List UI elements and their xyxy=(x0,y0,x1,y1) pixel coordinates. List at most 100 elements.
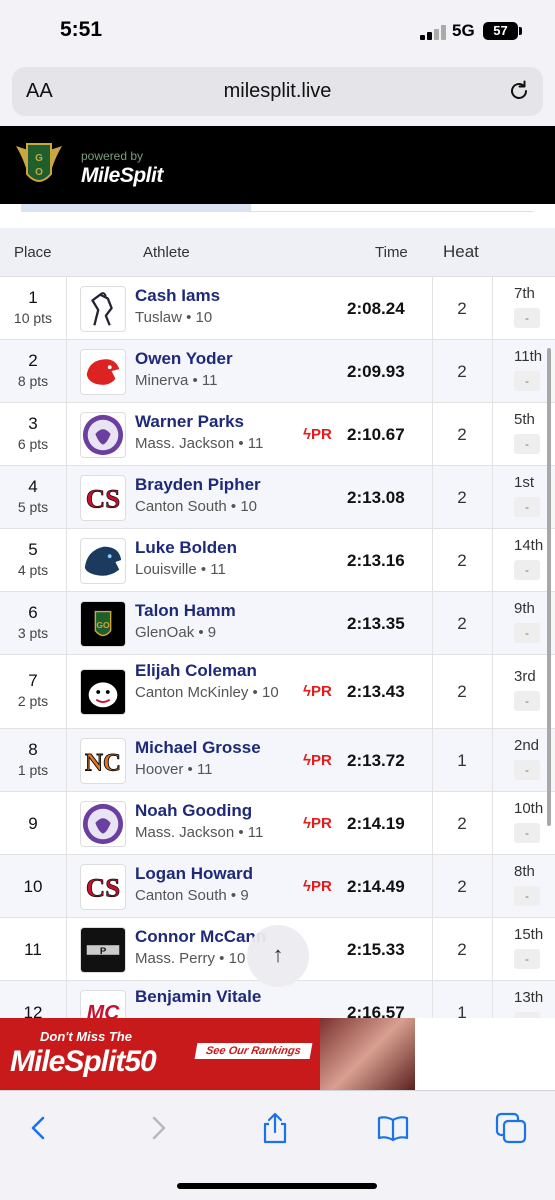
athlete-name-link[interactable]: Michael Grosse xyxy=(135,738,305,758)
table-row[interactable]: 3 6 pts Warner Parks Mass. Jackson • 11 ϟPR 2… xyxy=(0,402,555,465)
time-cell: 2:13.72 xyxy=(347,751,405,770)
athlete-school: Louisville • 11 xyxy=(135,561,226,578)
heat-place-tag: - xyxy=(514,434,540,454)
time-cell: 2:09.93 xyxy=(347,362,405,381)
place-number: 10 xyxy=(23,877,43,896)
place-points: 8 pts xyxy=(17,373,49,389)
scroll-to-top-button[interactable]: ↑ xyxy=(247,925,309,987)
place-number: 5 xyxy=(28,540,38,559)
heat-cell: 2 xyxy=(457,362,467,381)
ad-rankings-button[interactable]: See Our Rankings xyxy=(194,1043,313,1059)
heat-place-tag: - xyxy=(514,560,540,580)
table-row[interactable]: 7 2 pts Elijah Coleman Canton McKinley • 10… xyxy=(0,654,555,728)
signal-icon xyxy=(420,24,448,40)
athlete-school: Canton South • 10 xyxy=(135,498,258,515)
svg-text:P: P xyxy=(100,946,107,957)
address-bar[interactable]: AA milesplit.live xyxy=(12,67,543,116)
cs-logo-icon[interactable]: CS xyxy=(80,475,126,521)
url-text[interactable]: milesplit.live xyxy=(12,80,543,103)
address-bar-area: AA milesplit.live xyxy=(0,62,555,126)
athlete-name-link[interactable]: Noah Gooding xyxy=(135,801,305,821)
place-number: 2 xyxy=(28,351,38,370)
athlete-school: Tuslaw • 10 xyxy=(135,309,213,326)
jaguar-logo-icon[interactable] xyxy=(80,801,126,847)
nc-logo-icon[interactable]: NC xyxy=(80,738,126,784)
header-place: Place xyxy=(14,244,52,261)
athlete-cell: Benjamin Vitale xyxy=(135,987,305,1007)
panther-logo-icon[interactable] xyxy=(80,538,126,584)
place-number: 11 xyxy=(24,940,42,959)
tab-inactive[interactable] xyxy=(251,204,533,212)
forward-icon[interactable] xyxy=(141,1111,175,1145)
athlete-cell: Elijah Coleman Canton McKinley • 10 xyxy=(135,661,305,701)
p-logo-icon[interactable]: P xyxy=(80,927,126,973)
heat-place-tag: - xyxy=(514,371,540,391)
athlete-school: GlenOak • 9 xyxy=(135,624,217,641)
place-number: 8 xyxy=(28,740,38,759)
table-row[interactable]: 4 5 pts CS Brayden Pipher Canton South • 10 2… xyxy=(0,465,555,528)
column-divider xyxy=(66,277,67,339)
athlete-name-link[interactable]: Elijah Coleman xyxy=(135,661,305,681)
column-divider xyxy=(66,918,67,980)
place-number: 9 xyxy=(28,814,38,833)
athlete-school: Hoover • 11 xyxy=(135,761,213,778)
time-cell: 2:13.43 xyxy=(347,682,405,701)
athlete-name-link[interactable]: Cash Iams xyxy=(135,286,305,306)
place-cell: 1 10 pts xyxy=(0,288,66,326)
pr-label: PR xyxy=(310,815,332,832)
glenoak-logo-icon[interactable]: GO xyxy=(80,601,126,647)
mustang-logo-icon[interactable] xyxy=(80,286,126,332)
pr-badge: ϟPR xyxy=(303,752,332,769)
ad-creative[interactable]: Don't Miss The MileSplit50 See Our Ranki… xyxy=(0,1018,415,1090)
tabs-icon[interactable] xyxy=(494,1111,528,1145)
column-divider xyxy=(66,729,67,791)
table-row[interactable]: 8 1 pts NC Michael Grosse Hoover • 11 ϟPR 2:13… xyxy=(0,728,555,791)
place-points: 3 pts xyxy=(17,625,49,641)
column-divider xyxy=(66,981,67,1018)
bolt-icon: ϟ xyxy=(303,815,311,832)
bookmarks-icon[interactable] xyxy=(376,1111,410,1145)
place-number: 6 xyxy=(28,603,38,622)
table-row[interactable]: 63 pts GO Talon Hamm GlenOak • 9 2:13.35 2 9th… xyxy=(0,591,555,654)
time-cell: 2:15.33 xyxy=(347,940,405,959)
heat-place: 13th xyxy=(514,989,544,1006)
tab-active-indicator[interactable] xyxy=(21,204,251,212)
heat-cell: 2 xyxy=(457,614,467,633)
place-points: 10 pts xyxy=(13,310,53,326)
place-number: 1 xyxy=(28,288,38,307)
athlete-name-link[interactable]: Luke Bolden xyxy=(135,538,305,558)
athlete-name-link[interactable]: Benjamin Vitale xyxy=(135,987,305,1007)
jaguar-logo-icon[interactable] xyxy=(80,412,126,458)
column-divider xyxy=(66,792,67,854)
athlete-name-link[interactable]: Logan Howard xyxy=(135,864,305,884)
glenoak-logo-icon[interactable]: G O xyxy=(14,138,64,192)
ad-banner[interactable]: Don't Miss The MileSplit50 See Our Ranki… xyxy=(0,1018,555,1090)
athlete-name-link[interactable]: Warner Parks xyxy=(135,412,305,432)
reload-icon[interactable] xyxy=(507,79,531,103)
table-row[interactable]: 9 Noah Gooding Mass. Jackson • 11 ϟPR 2:14.1… xyxy=(0,791,555,854)
athlete-name-link[interactable]: Brayden Pipher xyxy=(135,475,305,495)
milesplit-brand[interactable]: MileSplit xyxy=(81,164,163,188)
column-divider xyxy=(492,403,493,465)
athlete-name-link[interactable]: Owen Yoder xyxy=(135,349,305,369)
battery-cap xyxy=(519,27,522,35)
scrollbar[interactable] xyxy=(547,348,551,826)
table-row[interactable]: 5 4 pts Luke Bolden Louisville • 11 2:13.16 2… xyxy=(0,528,555,591)
mc-logo-icon[interactable]: MC xyxy=(80,990,126,1018)
back-icon[interactable] xyxy=(22,1111,56,1145)
lion-logo-icon[interactable] xyxy=(80,349,126,395)
share-icon[interactable] xyxy=(258,1111,292,1145)
arrow-up-icon: ↑ xyxy=(272,942,284,967)
time-cell: 2:13.08 xyxy=(347,488,405,507)
place-cell: 9 xyxy=(0,814,66,834)
table-row[interactable]: 10 CS Logan Howard Canton South • 9 ϟPR 2:14.… xyxy=(0,854,555,917)
ad-brand: MileSplit50 xyxy=(10,1045,157,1078)
heat-place-tag: - xyxy=(514,308,540,328)
athlete-name-link[interactable]: Talon Hamm xyxy=(135,601,305,621)
table-row[interactable]: 1 10 pts Cash Iams Tuslaw • 10 2:08.24 2 7th - xyxy=(0,276,555,339)
bulldog-logo-icon[interactable] xyxy=(80,669,126,715)
cs-logo-icon[interactable]: CS xyxy=(80,864,126,910)
table-row[interactable]: 28 pts Owen Yoder Minerva • 11 2:09.93 2 11th… xyxy=(0,339,555,402)
column-divider xyxy=(66,655,67,728)
place-cell: 11 xyxy=(0,940,66,960)
